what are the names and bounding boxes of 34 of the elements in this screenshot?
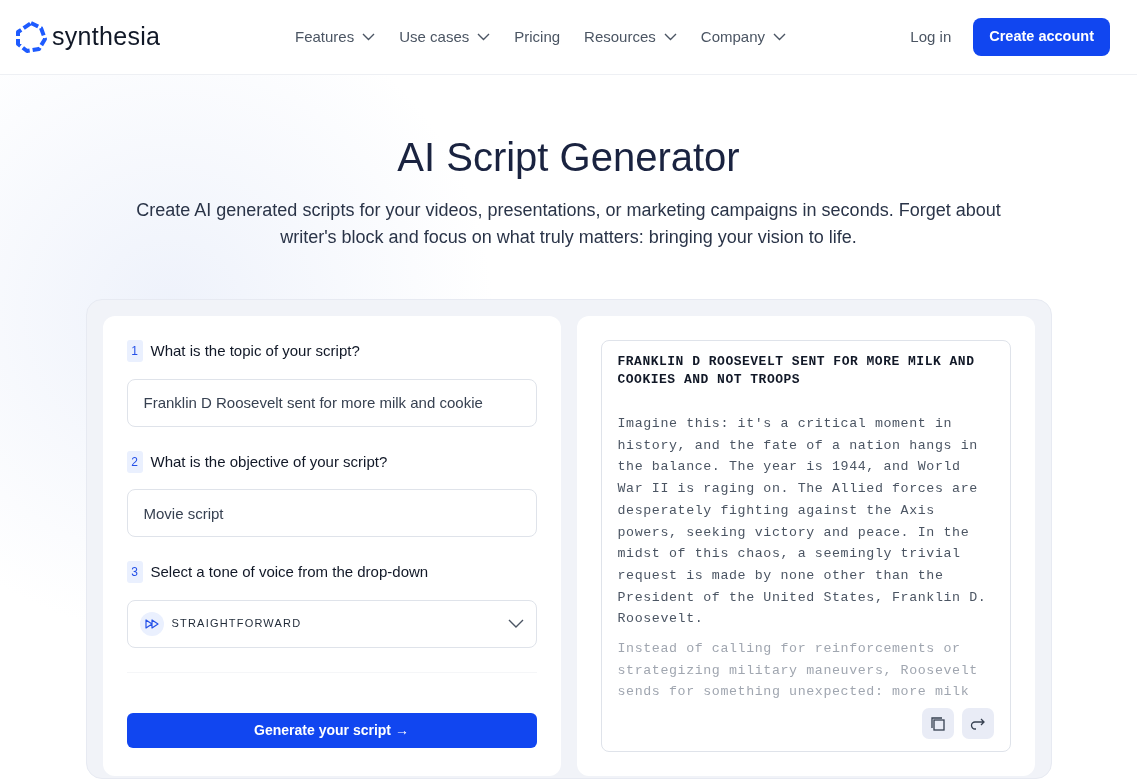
- fast-forward-icon: [139, 611, 164, 636]
- chevron-down-icon: [477, 33, 491, 41]
- tone-dropdown[interactable]: STRAIGHTFORWARD: [126, 599, 537, 648]
- create-account-button[interactable]: Create account: [973, 18, 1110, 56]
- copy-button[interactable]: [921, 708, 954, 739]
- step-number: 3: [126, 561, 143, 584]
- page-subtitle: Create AI generated scripts for your videos, presentations, or marketing campaigns in seconds. Forget about writer's block and focus on what truly matters: bringing your vision to life.: [135, 199, 1002, 249]
- login-link[interactable]: Log in: [904, 24, 958, 50]
- script-title: FRANKLIN D ROOSEVELT SENT FOR MORE MILK AND COOKIES AND NOT TROOPS: [617, 353, 976, 389]
- share-button[interactable]: [961, 708, 994, 739]
- chevron-down-icon: [507, 619, 524, 628]
- step-number: 2: [126, 450, 143, 473]
- step-question: Select a tone of voice from the drop-down: [150, 562, 429, 582]
- nav-menu[interactable]: Company: [700, 25, 786, 49]
- step-question: What is the topic of your script?: [150, 341, 360, 361]
- script-paragraph: Instead of calling for reinforcements or strategizing military maneuvers, Roosevelt sends for something unexpected: more milk: [617, 640, 979, 702]
- share-arrow-icon: [969, 716, 986, 731]
- generate-button[interactable]: Generate your script →: [126, 712, 537, 748]
- copy-icon: [929, 715, 946, 732]
- chevron-down-icon: [773, 33, 786, 41]
- nav-menu[interactable]: Resources: [584, 25, 677, 49]
- nav-link[interactable]: Pricing: [514, 25, 561, 49]
- logo-icon[interactable]: [14, 20, 48, 54]
- step-question: What is the objective of your script?: [150, 451, 388, 472]
- nav-menu[interactable]: Features: [295, 25, 376, 49]
- chevron-down-icon: [663, 33, 677, 41]
- script-paragraph: Imagine this: it's a critical moment in history, and the fate of a nation hangs in the balance. The year is 1944, and World War II is raging on. The Allied forces are desperately fighting against the Axis powers, seeking victory and peace. In the midst of this chaos, a seemingly trivial request is made by none other than the President of the United States, Franklin D. Roosevelt.: [617, 415, 988, 629]
- step-number: 1: [126, 340, 143, 363]
- chevron-down-icon: [362, 33, 376, 41]
- text-input-field[interactable]: Franklin D Roosevelt sent for more milk and cookie: [126, 378, 537, 427]
- text-input-field[interactable]: Movie script: [126, 489, 537, 537]
- nav-menu[interactable]: Use cases: [399, 25, 491, 49]
- page-title: AI Script Generator: [396, 134, 741, 181]
- brand-name[interactable]: synthesia: [52, 18, 161, 56]
